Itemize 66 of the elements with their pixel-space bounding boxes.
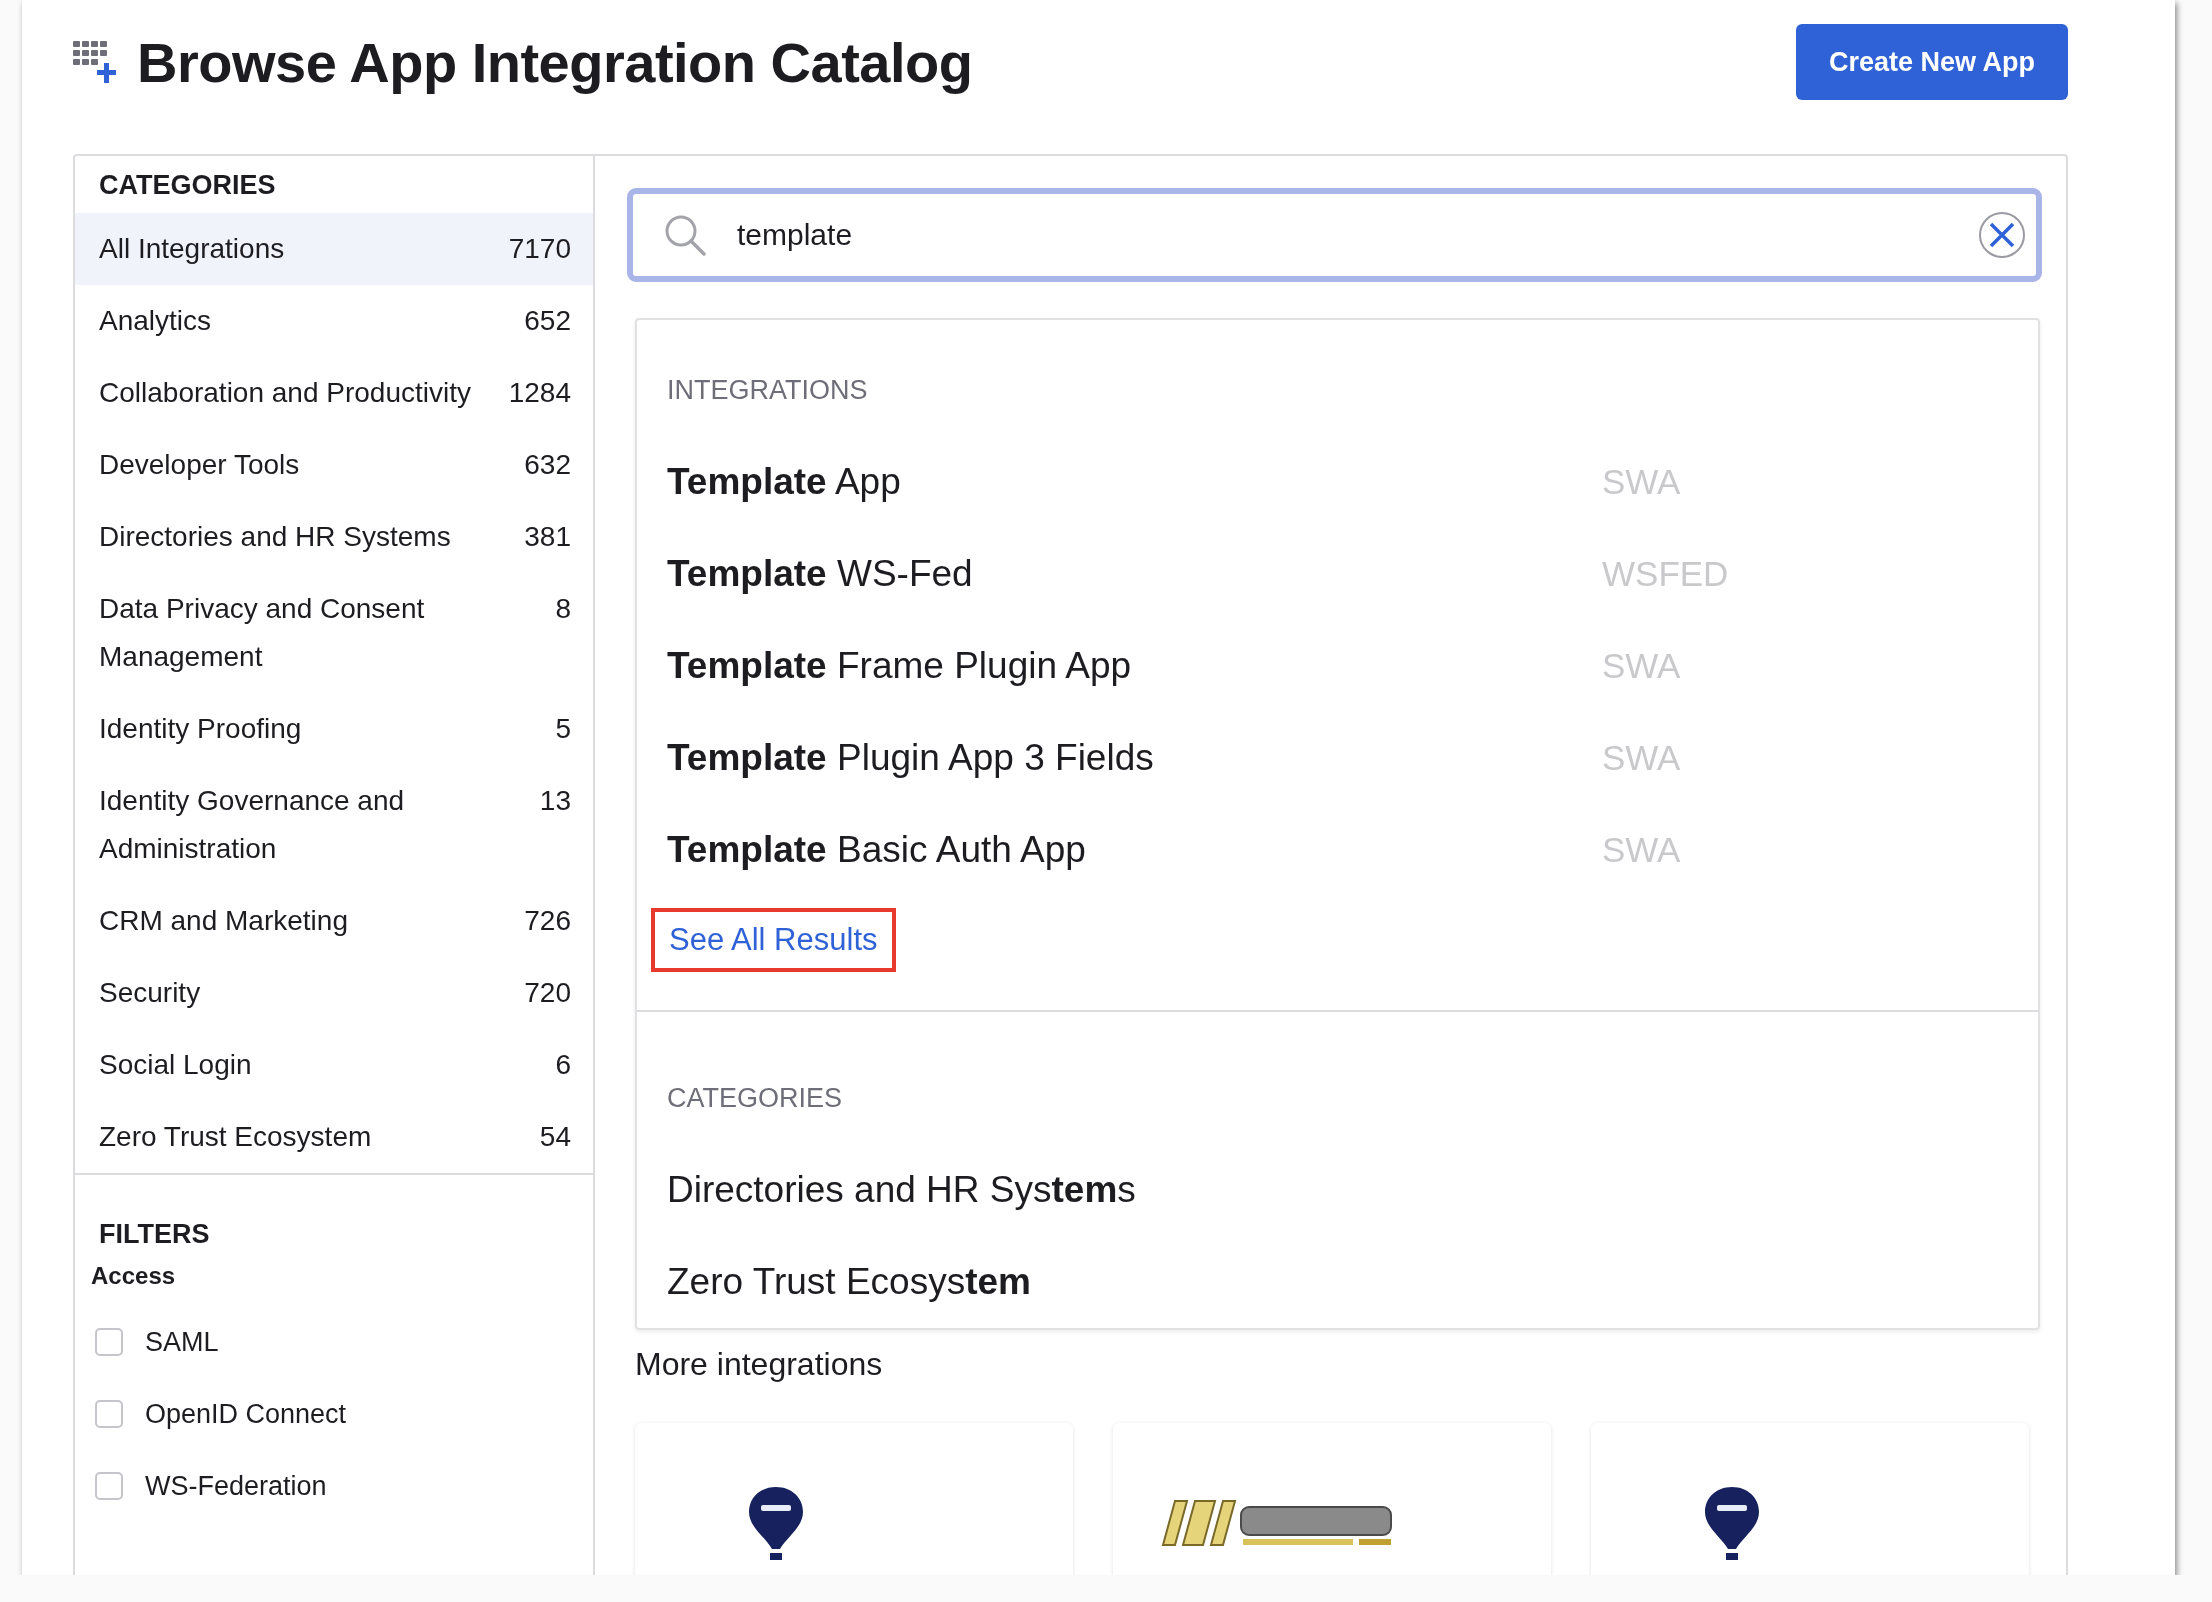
category-item[interactable]: Zero Trust Ecosystem 54 xyxy=(75,1101,593,1173)
category-count: 8 xyxy=(555,592,571,626)
category-item[interactable]: All Integrations 7170 xyxy=(75,213,593,285)
category-item[interactable]: Identity Proofing 5 xyxy=(75,693,593,765)
category-label: Security xyxy=(99,976,201,1010)
balloon-logo-icon xyxy=(747,1485,805,1561)
category-label: Identity Proofing xyxy=(99,712,302,746)
more-integrations-heading: More integrations xyxy=(635,1346,884,1383)
category-item[interactable]: Social Login 6 xyxy=(75,1029,593,1101)
category-label: All Integrations xyxy=(99,232,285,266)
category-count: 1284 xyxy=(508,376,571,410)
grid-plus-icon xyxy=(73,39,119,85)
category-label: Identity Governance and Administration xyxy=(99,784,406,866)
integration-card[interactable] xyxy=(635,1423,1073,1575)
category-count: 13 xyxy=(539,784,571,818)
checkbox[interactable] xyxy=(95,1472,123,1500)
category-label: Analytics xyxy=(99,304,212,338)
category-result[interactable]: Directories and HR Systems xyxy=(667,1169,1602,1211)
category-item[interactable]: Identity Governance and Administration 13 xyxy=(75,765,593,885)
category-count: 381 xyxy=(524,520,571,554)
category-label: Data Privacy and Consent Management xyxy=(99,592,426,674)
integration-result[interactable]: Template App xyxy=(667,461,1602,503)
category-label: Zero Trust Ecosystem xyxy=(99,1120,372,1154)
search-icon xyxy=(663,213,707,257)
category-item[interactable]: CRM and Marketing 726 xyxy=(75,885,593,957)
category-count: 5 xyxy=(555,712,571,746)
category-item[interactable]: Collaboration and Productivity 1284 xyxy=(75,357,593,429)
balloon-logo-icon xyxy=(1703,1485,1761,1561)
integration-result[interactable]: Template Basic Auth App xyxy=(667,829,1602,871)
filters-heading: FILTERS xyxy=(98,1219,211,1250)
checkbox-label: OpenID Connect xyxy=(145,1398,347,1430)
category-item[interactable]: Developer Tools 632 xyxy=(75,429,593,501)
see-all-results-link[interactable]: See All Results xyxy=(651,908,896,972)
integration-result[interactable]: Template Plugin App 3 Fields xyxy=(667,737,1602,779)
category-label: Social Login xyxy=(99,1048,252,1082)
category-count: 7170 xyxy=(508,232,571,266)
category-result[interactable]: Zero Trust Ecosystem xyxy=(667,1261,1602,1303)
checkbox-label: WS-Federation xyxy=(145,1470,327,1502)
category-count: 54 xyxy=(539,1120,571,1154)
category-count: 652 xyxy=(524,304,571,338)
clear-search-button[interactable] xyxy=(1978,211,2026,259)
page-title: Browse App Integration Catalog xyxy=(137,29,973,95)
category-count: 632 xyxy=(524,448,571,482)
integrations-heading: INTEGRATIONS xyxy=(667,374,869,407)
category-count: 6 xyxy=(555,1048,571,1082)
checkbox[interactable] xyxy=(95,1328,123,1356)
integration-card[interactable] xyxy=(1591,1423,2029,1575)
category-item[interactable]: Analytics 652 xyxy=(75,285,593,357)
checkbox-label: SAML xyxy=(145,1326,219,1358)
filter-group-label: Access xyxy=(91,1262,177,1290)
category-count: 726 xyxy=(524,904,571,938)
checkbox[interactable] xyxy=(95,1400,123,1428)
category-label: Developer Tools xyxy=(99,448,300,482)
category-item[interactable]: Directories and HR Systems 381 xyxy=(75,501,593,573)
category-label: CRM and Marketing xyxy=(99,904,348,938)
category-item[interactable]: Security 720 xyxy=(75,957,593,1029)
category-count: 720 xyxy=(524,976,571,1010)
integration-result[interactable]: Template WS-Fed xyxy=(667,553,1602,595)
integration-result[interactable]: Template Frame Plugin App xyxy=(667,645,1602,687)
categories-heading: CATEGORIES xyxy=(667,1082,844,1115)
category-label: Collaboration and Productivity xyxy=(99,376,471,410)
category-label: Directories and HR Systems xyxy=(99,520,451,554)
categories-heading: CATEGORIES xyxy=(98,169,277,202)
category-item[interactable]: Data Privacy and Consent Management 8 xyxy=(75,573,593,693)
create-app-button[interactable]: Create New App xyxy=(1796,24,2068,100)
search-field[interactable]: template xyxy=(627,188,2042,282)
